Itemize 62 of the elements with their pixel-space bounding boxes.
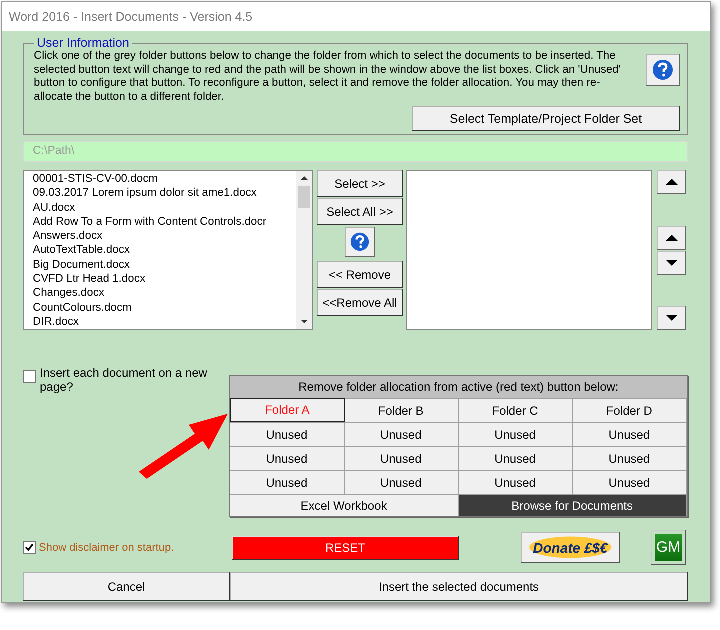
folder-button[interactable]: Folder C [458, 398, 573, 422]
checkbox-label: Insert each document on a new page? [40, 366, 208, 394]
folder-button[interactable]: Unused [458, 446, 573, 470]
transfer-button[interactable]: Select >> [317, 170, 403, 197]
folder-button[interactable]: Unused [572, 470, 687, 494]
selected-documents-list[interactable] [406, 170, 652, 330]
folder-button[interactable]: Folder B [344, 398, 459, 422]
reset-button[interactable]: RESET [232, 536, 459, 560]
panel-header: Remove folder allocation from active (red text) button below: [230, 376, 687, 398]
move-down-button[interactable] [657, 250, 686, 274]
folder-button[interactable]: Unused [230, 446, 345, 470]
window-title: Word 2016 - Insert Documents - Version 4.5 [9, 10, 253, 24]
scrollbar[interactable] [296, 171, 312, 329]
move-up-button[interactable] [657, 226, 686, 250]
checkbox[interactable] [23, 370, 36, 383]
panel-button[interactable]: Excel Workbook [230, 494, 459, 516]
folder-button[interactable]: Unused [458, 422, 573, 446]
donate-button[interactable]: Donate £$€ [521, 532, 620, 563]
move-bottom-button[interactable] [657, 306, 686, 330]
document-item[interactable]: CVFD Ltr Head 1.docx [33, 272, 296, 286]
panel-button[interactable]: Browse for Documents [458, 494, 687, 516]
folder-button[interactable]: Unused [344, 446, 459, 470]
document-item[interactable]: DIR.docx [33, 314, 296, 329]
transfer-button[interactable]: <<Remove All [317, 289, 403, 316]
move-top-button[interactable] [657, 170, 686, 194]
document-item[interactable]: AU.docx [33, 200, 296, 215]
triangle-up-icon [664, 232, 680, 242]
help-button[interactable] [646, 54, 680, 86]
document-item[interactable]: Add Row To a Form with Content Controls.docr [33, 214, 296, 230]
triangle-up-icon [664, 177, 680, 187]
help-icon [350, 232, 370, 252]
document-item[interactable]: 09.03.2017 Lorem ipsum dolor sit ame1.docx [33, 186, 296, 201]
folder-button[interactable]: Unused [230, 422, 345, 446]
scroll-thumb[interactable] [298, 186, 310, 208]
document-item[interactable]: Big Document.docx [33, 258, 296, 272]
transfer-button[interactable]: << Remove [317, 261, 403, 288]
folder-button[interactable]: Folder D [572, 398, 687, 422]
document-item[interactable]: Changes.docx [33, 286, 296, 301]
footer-button[interactable]: Insert the selected documents [230, 572, 688, 601]
instructions-text: Click one of the grey folder buttons below to change the folder from which to select the documents to be inserted. The selected button text will change to red and the path will be shown in the window above the list boxes. Click an 'Unused' button to configure that button. To reconfigure a button, select it and remove the folder allocation. You may then re-allocate the button to a different folder. [34, 50, 622, 104]
folder-button[interactable]: Unused [344, 470, 459, 494]
help-button[interactable] [345, 227, 375, 257]
group-legend: User Information [34, 36, 132, 50]
transfer-button[interactable]: Select All >> [317, 198, 403, 225]
document-item[interactable]: Answers.docx [33, 229, 296, 244]
folder-button[interactable]: Unused [572, 422, 687, 446]
help-icon [652, 59, 674, 81]
folder-button[interactable]: Unused [572, 446, 687, 470]
triangle-down-icon [664, 258, 680, 268]
folder-button[interactable]: Unused [344, 422, 459, 446]
gm-button[interactable]: GM [651, 530, 686, 565]
checkbox-label: Show disclaimer on startup. [39, 542, 174, 554]
documents-list[interactable] [23, 170, 313, 330]
document-item[interactable]: CountColours.docm [33, 300, 296, 315]
folder-button[interactable]: Unused [230, 470, 345, 494]
checkbox[interactable] [23, 541, 36, 554]
folder-button[interactable]: Unused [458, 470, 573, 494]
document-item[interactable]: AutoTextTable.docx [33, 243, 296, 258]
document-item[interactable]: 00001-STIS-CV-00.docm [33, 172, 296, 186]
triangle-down-icon [664, 313, 680, 323]
select-folder-set-button[interactable]: Select Template/Project Folder Set [412, 106, 680, 131]
footer-button[interactable]: Cancel [23, 572, 230, 601]
